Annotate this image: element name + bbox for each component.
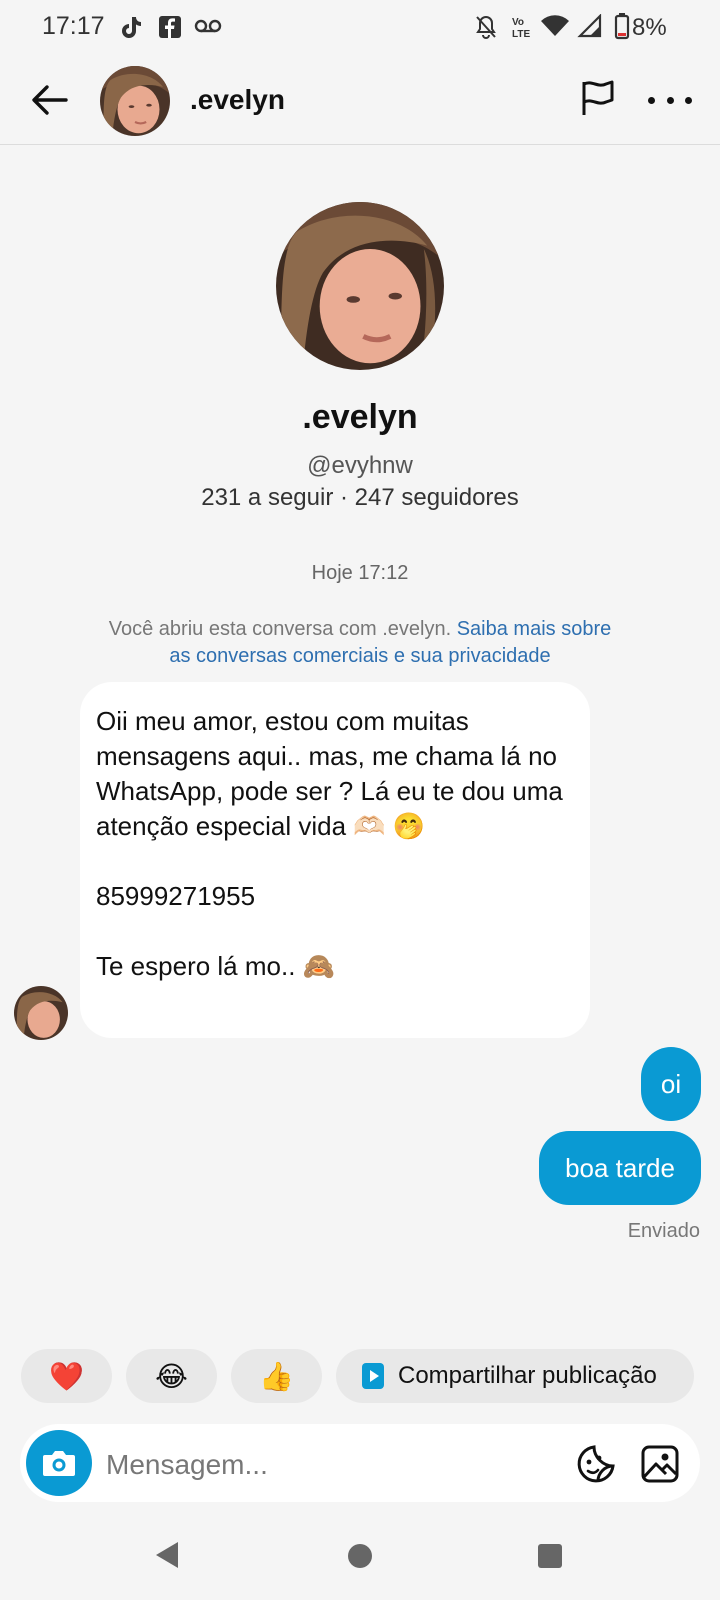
notice-text: Você abriu esta conversa com .evelyn. [108, 618, 452, 640]
conversation-timestamp: Hoje 17:12 [311, 562, 409, 584]
quick-reply-thumbs-up[interactable]: 👍 [231, 1349, 322, 1403]
profile-avatar[interactable] [276, 202, 444, 370]
svg-text:Vo: Vo [512, 17, 524, 28]
battery-icon [614, 13, 630, 40]
message-text: Te espero lá mo.. 🙈 [96, 951, 336, 981]
share-post-label: Compartilhar publicação [398, 1362, 657, 1389]
sent-message-bubble[interactable]: oi [641, 1047, 701, 1121]
share-post-icon [362, 1363, 384, 1389]
arrow-left-icon [32, 85, 68, 115]
dot-icon [685, 96, 692, 104]
share-post-button[interactable]: Compartilhar publicação [336, 1349, 694, 1403]
quick-reply-heart[interactable]: ❤️ [21, 1349, 112, 1403]
wifi-icon [541, 15, 569, 37]
tiktok-icon [122, 17, 141, 38]
header-avatar[interactable] [100, 66, 170, 136]
status-time: 17:17 [42, 12, 105, 40]
message-phone-number: 85999271955 [96, 881, 256, 911]
svg-text:LTE: LTE [512, 29, 530, 40]
business-conversation-notice: Você abriu esta conversa com .evelyn. Sa… [100, 616, 620, 670]
voicemail-icon [194, 19, 222, 33]
gallery-icon [641, 1445, 679, 1483]
signal-icon [577, 14, 602, 38]
received-message-bubble[interactable]: Oii meu amor, estou com muitas mensagens… [80, 682, 590, 1038]
sticker-button[interactable] [576, 1444, 616, 1484]
camera-icon [43, 1451, 75, 1476]
battery-percent: 8% [632, 14, 667, 41]
sender-avatar[interactable] [14, 986, 68, 1040]
sticker-icon [577, 1445, 615, 1483]
nav-recents-icon[interactable] [538, 1544, 562, 1568]
quick-reply-laugh[interactable]: 😂 [126, 1349, 217, 1403]
profile-stats: 231 a seguir · 247 seguidores [201, 484, 519, 511]
header-title[interactable]: .evelyn [190, 84, 285, 116]
profile-name: .evelyn [302, 398, 418, 436]
gallery-button[interactable] [640, 1444, 680, 1484]
nav-home-icon[interactable] [348, 1544, 372, 1568]
flag-icon [582, 80, 614, 115]
mute-icon [476, 15, 496, 39]
nav-back-icon[interactable] [154, 1540, 180, 1570]
more-options-button[interactable] [648, 80, 692, 120]
volte-icon: Vo LTE [512, 17, 530, 40]
message-text: Oii meu amor, estou com muitas mensagens… [96, 706, 563, 841]
dot-icon [666, 96, 674, 104]
profile-photo-icon [276, 202, 444, 370]
message-input[interactable] [104, 1442, 548, 1488]
profile-photo-icon [14, 986, 68, 1040]
facebook-icon [159, 16, 181, 38]
camera-button[interactable] [26, 1430, 92, 1496]
profile-handle: @evyhnw [307, 452, 413, 479]
profile-photo-icon [100, 66, 170, 136]
dot-icon [648, 96, 655, 104]
back-button[interactable] [28, 78, 72, 122]
sent-status: Enviado [627, 1220, 700, 1242]
sent-message-bubble[interactable]: boa tarde [539, 1131, 701, 1205]
report-button[interactable] [578, 78, 622, 122]
header-divider [0, 144, 720, 145]
